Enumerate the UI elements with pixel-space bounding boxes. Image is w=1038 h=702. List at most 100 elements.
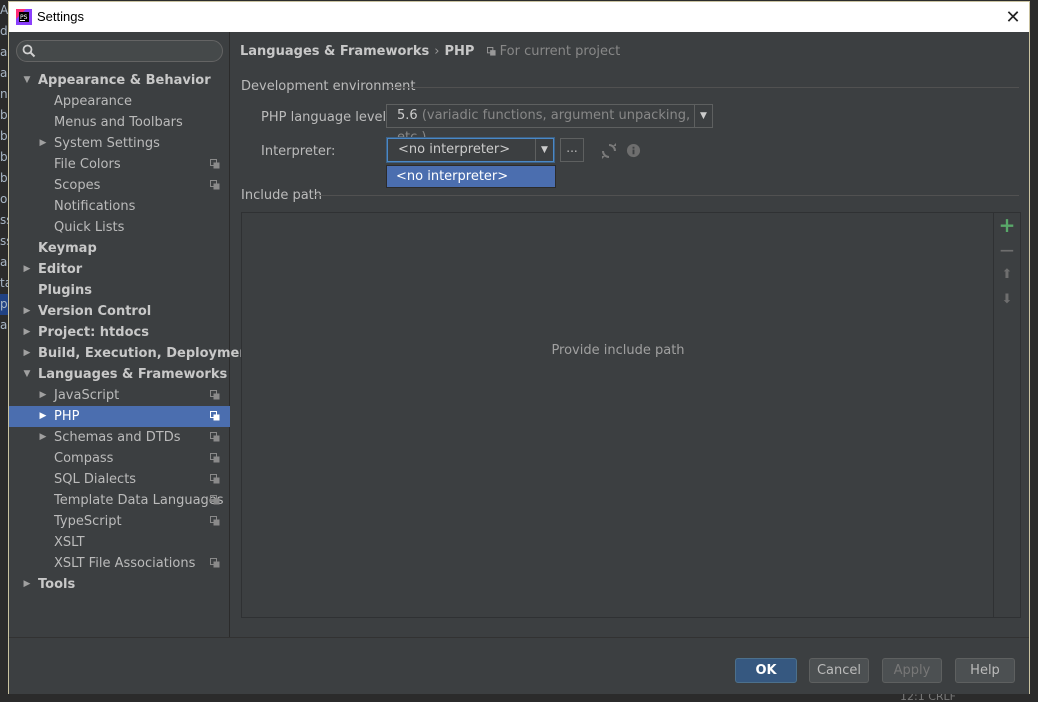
background-editor-left: Adeararnbbbborssssaltapa bbox=[0, 0, 8, 702]
project-scope-icon bbox=[210, 495, 220, 505]
sidebar-item[interactable]: ▶ Editor bbox=[9, 259, 230, 280]
project-scope-icon bbox=[210, 558, 220, 568]
sidebar-item-label: Project: htdocs bbox=[38, 325, 149, 340]
project-scope-icon bbox=[210, 411, 220, 421]
sidebar-item[interactable]: ▼ Appearance & Behavior bbox=[9, 70, 230, 91]
sidebar-item[interactable]: ▶ PHP bbox=[9, 406, 230, 427]
expand-right-icon[interactable]: ▶ bbox=[22, 301, 32, 322]
sidebar-item[interactable]: ▼ Languages & Frameworks bbox=[9, 364, 230, 385]
php-level-value: 5.6 bbox=[397, 108, 418, 123]
add-icon[interactable]: + bbox=[994, 214, 1020, 236]
expand-down-icon[interactable]: ▼ bbox=[22, 364, 32, 385]
help-button[interactable]: Help bbox=[955, 658, 1015, 683]
sidebar-item[interactable]: Keymap bbox=[9, 238, 230, 259]
sidebar-item-label: XSLT bbox=[54, 535, 85, 550]
chevron-down-icon[interactable]: ▼ bbox=[694, 105, 712, 127]
sidebar-item-label: SQL Dialects bbox=[54, 472, 137, 487]
sidebar-item-label: Languages & Frameworks bbox=[38, 367, 228, 382]
expand-right-icon[interactable]: ▶ bbox=[22, 259, 32, 280]
dev-env-divider bbox=[389, 87, 1019, 88]
background-editor-line: b bbox=[0, 129, 8, 143]
expand-right-icon[interactable]: ▶ bbox=[38, 385, 48, 406]
sidebar-item[interactable]: Menus and Toolbars bbox=[9, 112, 230, 133]
ok-button[interactable]: OK bbox=[735, 658, 797, 683]
background-editor-line: ss bbox=[0, 213, 8, 227]
sidebar-item-label: Appearance bbox=[54, 94, 133, 109]
sidebar-item-label: Plugins bbox=[38, 283, 92, 298]
search-field[interactable] bbox=[16, 40, 223, 62]
project-scope-icon bbox=[210, 516, 220, 526]
search-icon bbox=[22, 44, 36, 58]
expand-right-icon[interactable]: ▶ bbox=[22, 322, 32, 343]
project-scope-icon bbox=[210, 453, 220, 463]
sidebar-item[interactable]: ▶ Version Control bbox=[9, 301, 230, 322]
sidebar-item-label: System Settings bbox=[54, 136, 160, 151]
sidebar-item[interactable]: Plugins bbox=[9, 280, 230, 301]
settings-dialog: PS Settings ✕ ▼ Appearance & Behavior Appe… bbox=[8, 1, 1030, 694]
expand-right-icon[interactable]: ▶ bbox=[38, 427, 48, 448]
move-up-icon[interactable]: ⬆ bbox=[994, 264, 1020, 286]
sidebar-item[interactable]: ▶ Project: htdocs bbox=[9, 322, 230, 343]
background-editor-line: ss bbox=[0, 234, 8, 248]
sidebar-item[interactable]: Scopes bbox=[9, 175, 230, 196]
sidebar-item[interactable]: SQL Dialects bbox=[9, 469, 230, 490]
sidebar-item-label: TypeScript bbox=[54, 514, 122, 529]
background-editor-line: al bbox=[0, 255, 8, 269]
sidebar-item[interactable]: ▶ JavaScript bbox=[9, 385, 230, 406]
sidebar-item[interactable]: TypeScript bbox=[9, 511, 230, 532]
include-path-empty-text: Provide include path bbox=[551, 343, 685, 358]
sidebar-item-label: Editor bbox=[38, 262, 83, 277]
sidebar-item[interactable]: ▶ Tools bbox=[9, 574, 230, 595]
expand-down-icon[interactable]: ▼ bbox=[22, 70, 32, 91]
remove-icon[interactable]: − bbox=[994, 239, 1020, 261]
background-editor-line: n bbox=[0, 87, 8, 101]
sidebar-item-label: JavaScript bbox=[54, 388, 120, 403]
sidebar-item[interactable]: File Colors bbox=[9, 154, 230, 175]
sidebar-item[interactable]: ▶ System Settings bbox=[9, 133, 230, 154]
background-editor-line: p bbox=[0, 294, 8, 315]
move-down-icon[interactable]: ⬇ bbox=[994, 289, 1020, 311]
svg-text:PS: PS bbox=[20, 14, 28, 21]
expand-right-icon[interactable]: ▶ bbox=[38, 133, 48, 154]
project-scope-icon bbox=[210, 159, 220, 169]
sidebar-item[interactable]: Template Data Languages bbox=[9, 490, 230, 511]
sidebar-item-label: XSLT File Associations bbox=[54, 556, 196, 571]
php-settings-panel: Languages & Frameworks › PHP For current p… bbox=[231, 32, 1029, 637]
refresh-icon[interactable] bbox=[601, 143, 617, 159]
chevron-down-icon[interactable]: ▼ bbox=[535, 139, 553, 161]
sidebar-item[interactable]: ▶ Schemas and DTDs bbox=[9, 427, 230, 448]
title-bar: PS Settings ✕ bbox=[9, 2, 1029, 32]
project-scope-icon bbox=[210, 390, 220, 400]
sidebar-item-label: Template Data Languages bbox=[54, 493, 224, 508]
phpstorm-logo-icon: PS bbox=[16, 9, 32, 25]
sidebar-item[interactable]: ▶ Build, Execution, Deployment bbox=[9, 343, 255, 364]
php-level-combo[interactable]: 5.6 (variadic functions, argument unpack… bbox=[386, 104, 713, 145]
interpreter-combo[interactable]: <no interpreter> ▼ bbox=[387, 138, 554, 162]
sidebar-item[interactable]: XSLT File Associations bbox=[9, 553, 230, 574]
sidebar-item-label: Version Control bbox=[38, 304, 152, 319]
expand-right-icon[interactable]: ▶ bbox=[22, 574, 32, 595]
sidebar-item-label: Build, Execution, Deployment bbox=[38, 346, 255, 361]
interpreter-browse-button[interactable]: ... bbox=[560, 138, 584, 162]
expand-right-icon[interactable]: ▶ bbox=[22, 343, 32, 364]
background-editor-line: b bbox=[0, 108, 8, 122]
info-icon[interactable] bbox=[626, 143, 641, 158]
sidebar-item-label: Scopes bbox=[54, 178, 101, 193]
apply-button[interactable]: Apply bbox=[882, 658, 942, 683]
sidebar-item[interactable]: Compass bbox=[9, 448, 230, 469]
sidebar-item[interactable]: Quick Lists bbox=[9, 217, 230, 238]
background-editor-line: de bbox=[0, 24, 8, 38]
interpreter-value: <no interpreter> bbox=[398, 142, 511, 157]
background-editor-line: b bbox=[0, 150, 8, 164]
sidebar-item[interactable]: Appearance bbox=[9, 91, 230, 112]
close-button[interactable]: ✕ bbox=[1001, 5, 1025, 29]
include-path-list[interactable]: Provide include path + − ⬆ ⬇ bbox=[241, 212, 1021, 618]
expand-right-icon[interactable]: ▶ bbox=[38, 406, 48, 427]
cancel-button[interactable]: Cancel bbox=[809, 658, 869, 683]
sidebar-item[interactable]: XSLT bbox=[9, 532, 230, 553]
interpreter-dropdown-option[interactable]: <no interpreter> bbox=[386, 165, 556, 188]
sidebar-item-label: Schemas and DTDs bbox=[54, 430, 181, 445]
sidebar-item-label: Tools bbox=[38, 577, 76, 592]
background-editor-line: ar bbox=[0, 45, 8, 59]
sidebar-item[interactable]: Notifications bbox=[9, 196, 230, 217]
